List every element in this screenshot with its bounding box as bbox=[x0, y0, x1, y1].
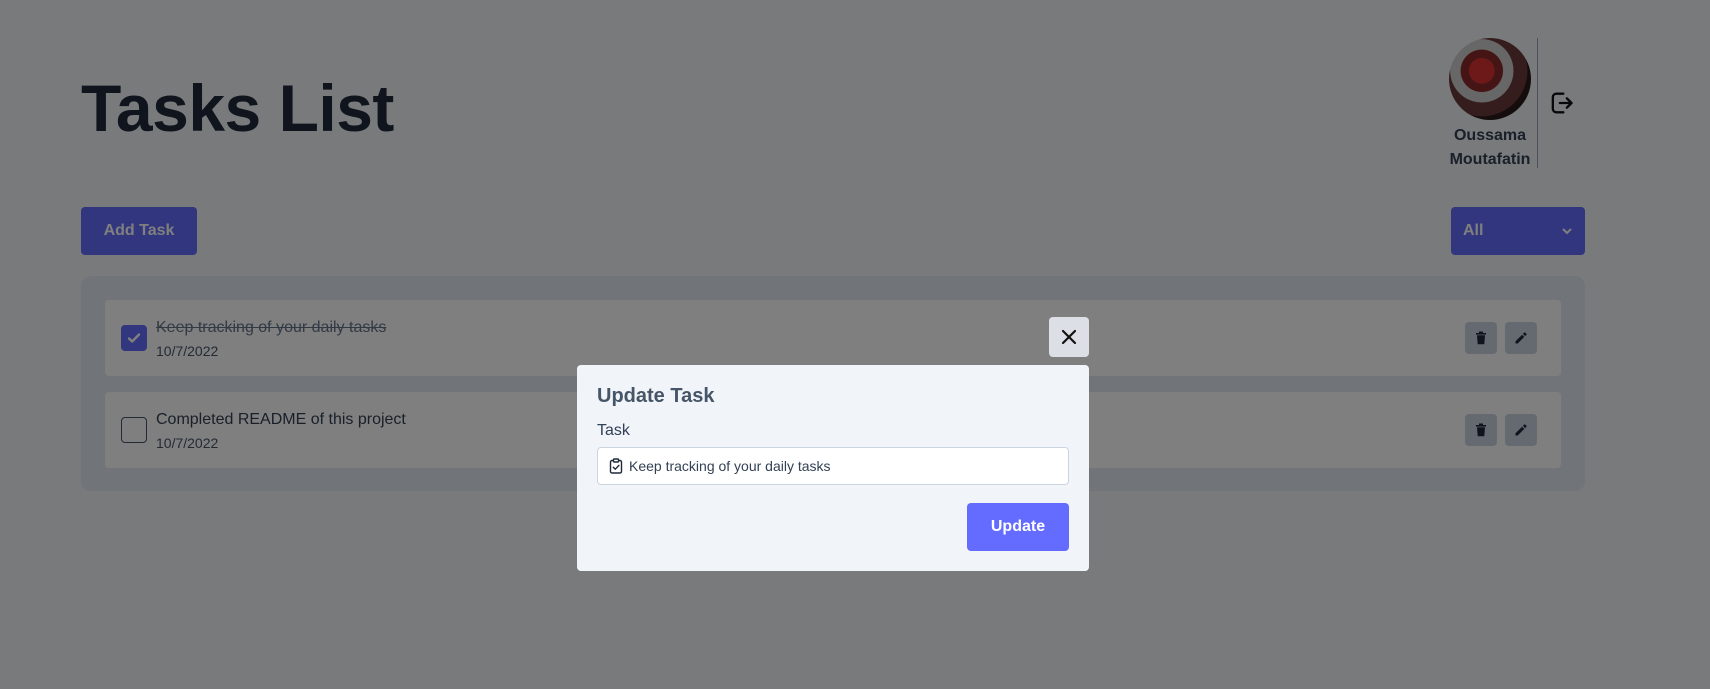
update-button[interactable]: Update bbox=[967, 503, 1069, 551]
task-field bbox=[597, 447, 1069, 485]
close-modal-button[interactable] bbox=[1049, 317, 1089, 357]
clipboard-check-icon bbox=[609, 458, 623, 474]
dialog-title: Update Task bbox=[597, 385, 715, 407]
task-input[interactable] bbox=[629, 448, 1059, 484]
close-icon bbox=[1061, 329, 1077, 345]
task-field-label: Task bbox=[597, 422, 630, 439]
modal-backdrop[interactable] bbox=[0, 0, 1710, 689]
update-task-dialog: Update Task Task Update bbox=[577, 365, 1089, 571]
